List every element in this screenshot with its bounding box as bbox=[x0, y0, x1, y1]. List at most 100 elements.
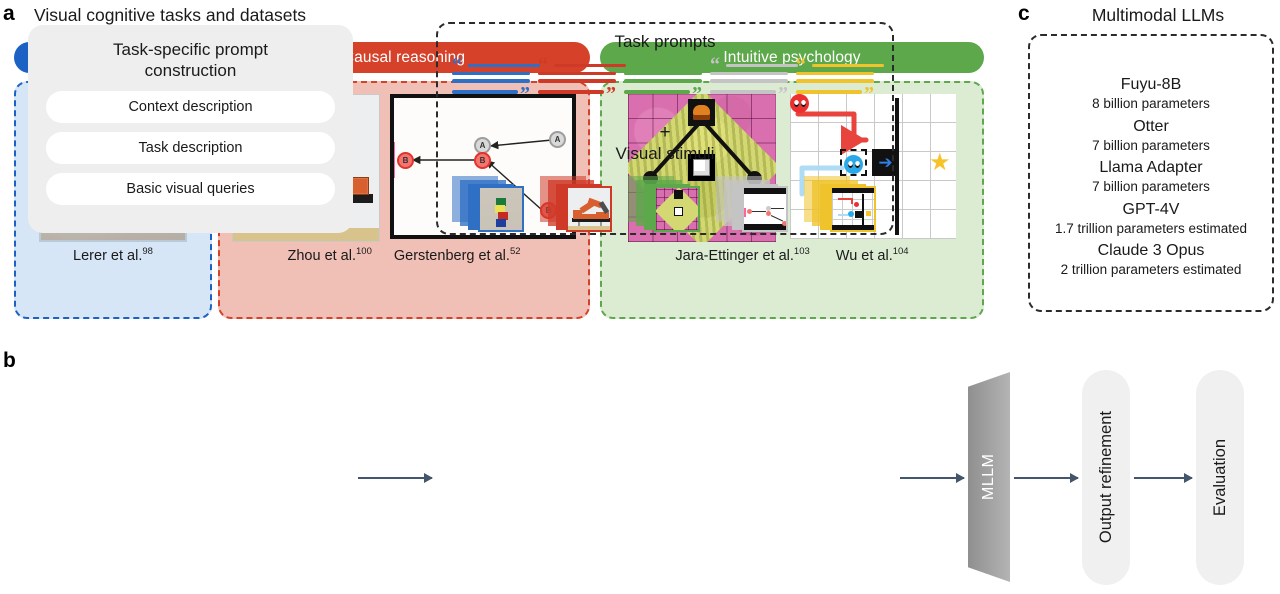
visual-stimuli-stack bbox=[452, 176, 530, 234]
task-prompt-card: “ ” bbox=[536, 55, 626, 106]
llm-name: Llama Adapter bbox=[1099, 159, 1203, 177]
llm-entry: Llama Adapter 7 billion parameters bbox=[1036, 158, 1266, 196]
caption-ref: 98 bbox=[142, 246, 153, 257]
llm-name: GPT-4V bbox=[1122, 200, 1180, 218]
task-prompt-card: “ ” bbox=[708, 55, 798, 106]
llm-entry: GPT-4V 1.7 trillion parameters estimated bbox=[1036, 200, 1266, 238]
stage-evaluation: Evaluation bbox=[1196, 370, 1244, 585]
llm-params: 7 billion parameters bbox=[1092, 137, 1210, 153]
caption-row: Jara-Ettinger et al.103 Wu et al.104 bbox=[602, 245, 982, 276]
title-line-1: Task-specific prompt bbox=[113, 40, 268, 59]
flow-arrow-construction-to-prompts bbox=[358, 473, 433, 483]
stage-label: Output refinement bbox=[1096, 411, 1115, 544]
panel-c-title: Multimodal LLMs bbox=[1091, 5, 1225, 25]
prompt-line bbox=[624, 71, 702, 75]
close-quote-icon: ” bbox=[606, 83, 616, 106]
prompt-item-context-description[interactable]: Context description bbox=[46, 90, 335, 123]
llm-params: 7 billion parameters bbox=[1092, 179, 1210, 195]
prompt-last-line-row: ” bbox=[624, 83, 702, 106]
visual-stimuli-stacks-row bbox=[452, 176, 882, 234]
goal-star-icon: ★ bbox=[929, 149, 951, 176]
caption-row: Lerer et al.98 bbox=[16, 245, 210, 276]
close-quote-icon: ” bbox=[520, 83, 530, 106]
visual-stimuli-stack bbox=[716, 176, 794, 234]
caption-text: Jara-Ettinger et al. bbox=[675, 247, 794, 264]
caption-text: Zhou et al. bbox=[287, 247, 356, 264]
prompt-item-basic-visual-queries[interactable]: Basic visual queries bbox=[46, 172, 335, 205]
quote-cards-row: “ ” “ ” “ ” “ ” “ ” bbox=[450, 55, 884, 106]
prompt-line bbox=[554, 64, 626, 68]
llm-entry: Otter 7 billion parameters bbox=[1036, 117, 1266, 155]
visual-stimuli-title: Visual stimuli bbox=[615, 144, 715, 163]
stimulus-thumbnail bbox=[742, 186, 788, 232]
task-prompt-card: “ ” bbox=[622, 55, 712, 106]
task-prompt-card: “ ” bbox=[794, 55, 884, 106]
prompt-line bbox=[640, 64, 712, 68]
panel-b-letter: b bbox=[3, 349, 16, 372]
caption-ref: 100 bbox=[356, 246, 372, 257]
stimulus-thumbnail bbox=[654, 186, 700, 232]
task-prompt-card: “ ” bbox=[450, 55, 540, 106]
visual-stimuli-stack bbox=[804, 176, 882, 234]
prompt-line bbox=[452, 79, 530, 83]
prompt-line bbox=[624, 79, 702, 83]
visual-stimuli-stack bbox=[540, 176, 618, 234]
prompt-line bbox=[796, 90, 862, 94]
prompt-line bbox=[468, 64, 540, 68]
task-prompts-box: Task prompts “ ” “ ” “ ” “ ” “ ” + Visua… bbox=[436, 22, 894, 235]
caption-ref: 103 bbox=[793, 246, 810, 257]
llm-name: Claude 3 Opus bbox=[1097, 242, 1205, 260]
stage-output-refinement: Output refinement bbox=[1082, 370, 1130, 585]
mllm-label: MLLM bbox=[980, 453, 997, 501]
prompt-item-task-description[interactable]: Task description bbox=[46, 131, 335, 164]
prompt-line bbox=[710, 79, 788, 83]
close-quote-icon: ” bbox=[692, 83, 702, 106]
prompt-line bbox=[538, 71, 616, 75]
llm-params: 8 billion parameters bbox=[1092, 96, 1210, 112]
stimulus-thumbnail bbox=[566, 186, 612, 232]
stimulus-thumbnail bbox=[478, 186, 524, 232]
mllm-list-box: Fuyu-8B 8 billion parameters Otter 7 bil… bbox=[1028, 34, 1274, 312]
plus-symbol: + bbox=[659, 122, 671, 143]
caption-ref: 52 bbox=[509, 246, 521, 257]
visual-stimuli-stack bbox=[628, 176, 706, 234]
flow-arrow-mllm-to-refinement bbox=[1014, 473, 1079, 483]
title-line-2: construction bbox=[144, 61, 237, 81]
close-quote-icon: ” bbox=[864, 83, 874, 106]
prompt-line bbox=[538, 79, 616, 83]
prompt-line bbox=[710, 90, 776, 94]
ball-b-end: B bbox=[397, 152, 414, 169]
caption-text: Lerer et al. bbox=[73, 247, 143, 264]
prompt-line bbox=[710, 71, 788, 75]
dataset-caption-wu: Wu et al.104 bbox=[835, 246, 909, 265]
llm-name: Otter bbox=[1133, 117, 1169, 135]
caption-text: Wu et al. bbox=[835, 247, 893, 264]
mllm-block: MLLM bbox=[968, 372, 1010, 582]
llm-name: Fuyu-8B bbox=[1120, 76, 1182, 94]
llm-params: 1.7 trillion parameters estimated bbox=[1054, 220, 1248, 236]
prompt-line bbox=[452, 71, 530, 75]
close-quote-icon: ” bbox=[778, 83, 788, 106]
prompt-line bbox=[726, 64, 798, 68]
panel-c-letter: c bbox=[1018, 2, 1030, 25]
prompt-last-line-row: ” bbox=[710, 83, 788, 106]
dataset-caption-jara-ettinger: Jara-Ettinger et al.103 bbox=[675, 246, 810, 265]
task-prompts-title: Task prompts bbox=[614, 32, 716, 51]
prompt-last-line-row: ” bbox=[796, 83, 874, 106]
stage-label: Evaluation bbox=[1210, 438, 1229, 517]
prompt-construction-card: Task-specific prompt construction Contex… bbox=[28, 25, 353, 233]
prompt-last-line-row: ” bbox=[452, 83, 530, 106]
dataset-caption-lerer: Lerer et al.98 bbox=[73, 246, 153, 265]
prompt-construction-title: Task-specific prompt construction bbox=[46, 39, 335, 82]
prompt-line bbox=[796, 71, 874, 75]
caption-text: Gerstenberg et al. bbox=[393, 247, 510, 264]
prompt-last-line-row: ” bbox=[538, 83, 616, 106]
caption-ref: 104 bbox=[892, 246, 909, 257]
llm-params: 2 trillion parameters estimated bbox=[1060, 262, 1242, 278]
prompt-line bbox=[538, 90, 604, 94]
prompt-line bbox=[624, 90, 690, 94]
dataset-caption-zhou: Zhou et al.100 bbox=[287, 246, 372, 265]
panel-a-letter: a bbox=[3, 2, 15, 25]
prompt-line bbox=[796, 79, 874, 83]
flow-arrow-refinement-to-evaluation bbox=[1134, 473, 1193, 483]
